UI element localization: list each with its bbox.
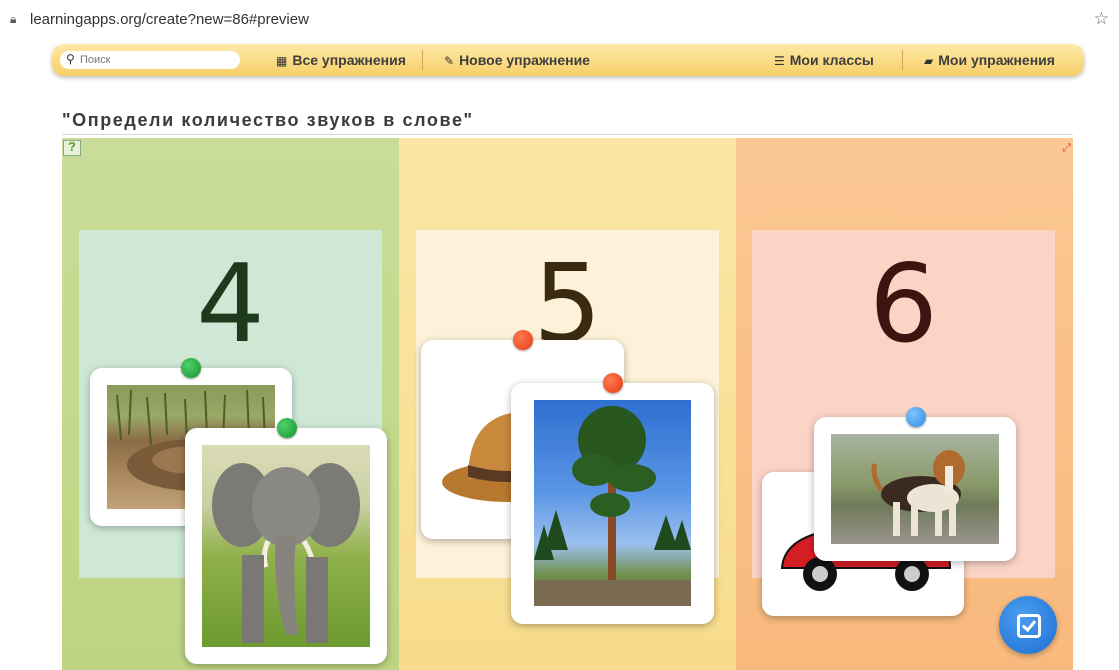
lock-icon: 🔒︎ xyxy=(10,12,17,26)
pin-icon xyxy=(906,407,926,427)
nav-divider xyxy=(902,50,903,70)
nav-all-exercises-label: Все упражнения xyxy=(292,52,406,68)
browser-address-bar[interactable]: 🔒︎ learningapps.org/create?new=86#previe… xyxy=(0,0,1119,38)
url-text[interactable]: learningapps.org/create?new=86#preview xyxy=(30,11,309,28)
folder-icon: ▰ xyxy=(924,54,934,68)
nav-new-exercise[interactable]: ✎ Новое упражнение xyxy=(444,52,590,68)
pin-icon xyxy=(513,330,533,350)
beagle-dog-image xyxy=(831,434,999,544)
nav-my-exercises[interactable]: ▰ Мои упражнения xyxy=(924,52,1055,68)
nav-new-exercise-label: Новое упражнение xyxy=(459,52,590,68)
pin-icon xyxy=(181,358,201,378)
help-icon[interactable]: ? xyxy=(63,139,81,156)
search-icon: ⚲ xyxy=(66,52,75,66)
category-number: 6 xyxy=(869,242,938,367)
pin-icon xyxy=(277,418,297,438)
title-divider xyxy=(62,134,1073,135)
fullscreen-icon[interactable]: ⤢ xyxy=(1062,141,1071,155)
nav-my-exercises-label: Мои упражнения xyxy=(938,52,1055,68)
top-nav-bar: ⚲ ▦ Все упражнения ✎ Новое упражнение ☰ Мои… xyxy=(52,44,1084,76)
pine-tree-image xyxy=(534,400,691,606)
check-answers-button[interactable] xyxy=(999,596,1057,654)
check-icon xyxy=(1017,614,1041,638)
exercise-stage: 4 5 6 ? ⤢ xyxy=(62,138,1073,670)
nav-all-exercises[interactable]: ▦ Все упражнения xyxy=(276,52,406,68)
nav-my-classes[interactable]: ☰ Мои классы xyxy=(774,52,874,68)
search-input[interactable] xyxy=(80,53,230,67)
category-number: 4 xyxy=(196,242,265,367)
pencil-icon: ✎ xyxy=(444,54,455,68)
picture-card-pine-tree[interactable] xyxy=(511,373,714,624)
elephant-image xyxy=(202,445,370,647)
picture-card-elephant[interactable] xyxy=(185,418,387,664)
nav-divider xyxy=(422,50,423,70)
grid-icon: ▦ xyxy=(276,54,288,68)
search-box[interactable]: ⚲ xyxy=(60,51,240,69)
star-icon[interactable]: ☆ xyxy=(1094,9,1109,29)
pin-icon xyxy=(603,373,623,393)
picture-card-beagle-dog[interactable] xyxy=(814,407,1016,561)
list-icon: ☰ xyxy=(774,54,785,68)
exercise-title: "Определи количество звуков в слове" xyxy=(62,110,474,130)
nav-my-classes-label: Мои классы xyxy=(789,52,874,68)
